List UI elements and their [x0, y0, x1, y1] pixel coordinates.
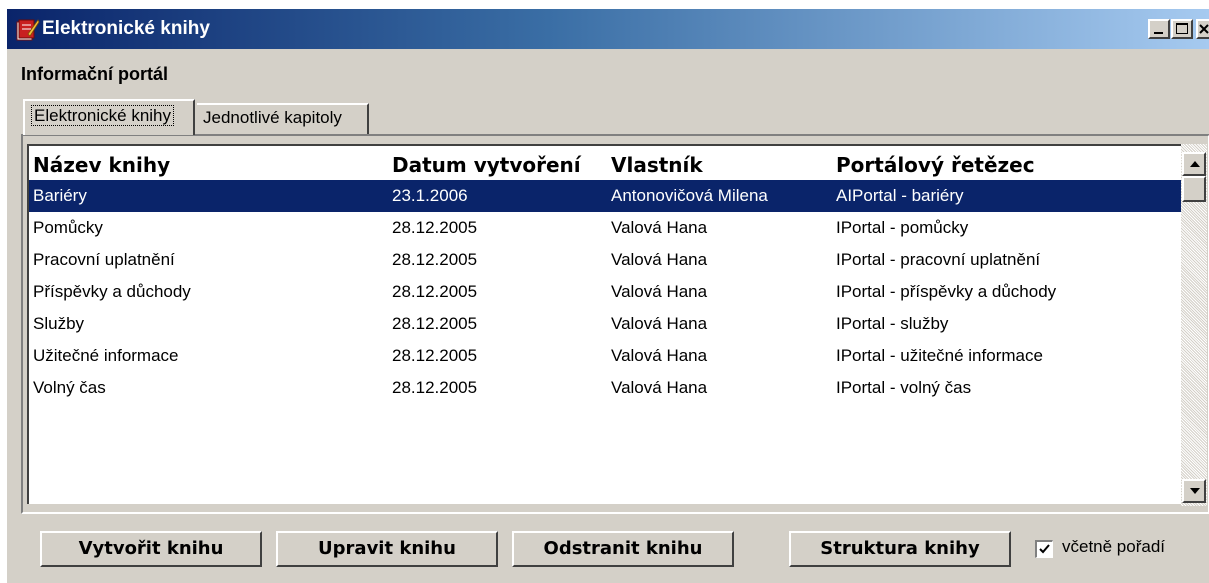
cell-chain: IPortal - volný čas [836, 378, 972, 397]
cell-chain: IPortal - příspěvky a důchody [836, 282, 1057, 301]
cell-date: 23.1.2006 [392, 186, 468, 205]
cell-date: 28.12.2005 [392, 346, 478, 365]
include-order-checkbox[interactable] [1035, 540, 1053, 558]
cell-date: 28.12.2005 [392, 282, 478, 301]
cell-name: Bariéry [33, 186, 87, 205]
cell-date: 28.12.2005 [392, 378, 478, 397]
cell-name: Volný čas [33, 378, 106, 397]
edit-book-button[interactable]: Upravit knihu [276, 531, 498, 567]
cell-name: Pracovní uplatnění [33, 250, 175, 269]
column-header-name[interactable]: Název knihy [33, 153, 170, 177]
cell-date: 28.12.2005 [392, 250, 478, 269]
table-row[interactable]: Služby 28.12.2005 Valová Hana IPortal - … [29, 308, 1181, 340]
minimize-button[interactable] [1148, 19, 1170, 39]
close-button[interactable] [1196, 19, 1209, 39]
cell-chain: IPortal - užitečné informace [836, 346, 1043, 365]
cell-owner: Valová Hana [611, 378, 708, 397]
close-icon [1199, 24, 1209, 34]
cell-owner: Antonovičová Milena [611, 186, 768, 205]
book-structure-button[interactable]: Struktura knihy [789, 531, 1011, 567]
tab-chapters[interactable]: Jednotlivé kapitoly [197, 103, 369, 135]
table-row[interactable]: Pracovní uplatnění 28.12.2005 Valová Han… [29, 244, 1181, 276]
checkmark-icon [1039, 544, 1050, 554]
delete-book-button[interactable]: Odstranit knihu [512, 531, 734, 567]
create-book-button[interactable]: Vytvořit knihu [40, 531, 262, 567]
column-header-date[interactable]: Datum vytvoření [392, 153, 581, 177]
cell-owner: Valová Hana [611, 250, 708, 269]
cell-date: 28.12.2005 [392, 218, 478, 237]
cell-name: Pomůcky [33, 218, 103, 237]
cell-name: Služby [33, 314, 85, 333]
scroll-down-button[interactable] [1182, 479, 1206, 503]
cell-name: Užitečné informace [33, 346, 179, 365]
cell-owner: Valová Hana [611, 282, 708, 301]
cell-date: 28.12.2005 [392, 314, 478, 333]
column-header-chain[interactable]: Portálový řetězec [836, 153, 1035, 177]
table-row[interactable]: Příspěvky a důchody 28.12.2005 Valová Ha… [29, 276, 1181, 308]
vertical-scrollbar[interactable] [1181, 144, 1207, 506]
include-order-label[interactable]: včetně pořadí [1062, 537, 1165, 557]
tab-label: Jednotlivé kapitoly [203, 108, 342, 127]
maximize-icon [1176, 23, 1188, 34]
arrow-up-icon [1190, 161, 1200, 167]
app-window: Elektronické knihy Informační portál Ele… [6, 8, 1209, 583]
cell-owner: Valová Hana [611, 218, 708, 237]
maximize-button[interactable] [1171, 19, 1193, 39]
book-icon [14, 16, 40, 42]
cell-owner: Valová Hana [611, 314, 708, 333]
table-row[interactable]: Volný čas 28.12.2005 Valová Hana IPortal… [29, 372, 1181, 404]
portal-label: Informační portál [21, 64, 169, 84]
cell-owner: Valová Hana [611, 346, 708, 365]
table-row[interactable]: Pomůcky 28.12.2005 Valová Hana IPortal -… [29, 212, 1181, 244]
books-table[interactable]: Název knihy Datum vytvoření Vlastník Por… [27, 144, 1181, 504]
cell-chain: IPortal - pomůcky [836, 218, 969, 237]
column-header-owner[interactable]: Vlastník [611, 153, 703, 177]
table-row[interactable]: Bariéry 23.1.2006 Antonovičová Milena AI… [29, 180, 1181, 212]
window-title: Elektronické knihy [42, 18, 210, 39]
scroll-up-button[interactable] [1182, 152, 1206, 176]
tab-label: Elektronické knihy [31, 105, 175, 126]
cell-chain: AIPortal - bariéry [836, 186, 964, 205]
cell-chain: IPortal - pracovní uplatnění [836, 250, 1041, 269]
table-row[interactable]: Užitečné informace 28.12.2005 Valová Han… [29, 340, 1181, 372]
tab-electronic-books[interactable]: Elektronické knihy [23, 99, 195, 135]
cell-chain: IPortal - služby [836, 314, 949, 333]
title-bar[interactable]: Elektronické knihy [7, 9, 1209, 49]
cell-name: Příspěvky a důchody [33, 282, 191, 301]
arrow-down-icon [1190, 488, 1200, 494]
scroll-thumb[interactable] [1182, 176, 1206, 202]
table-header: Název knihy Datum vytvoření Vlastník Por… [29, 146, 1181, 180]
minimize-icon [1154, 32, 1163, 34]
